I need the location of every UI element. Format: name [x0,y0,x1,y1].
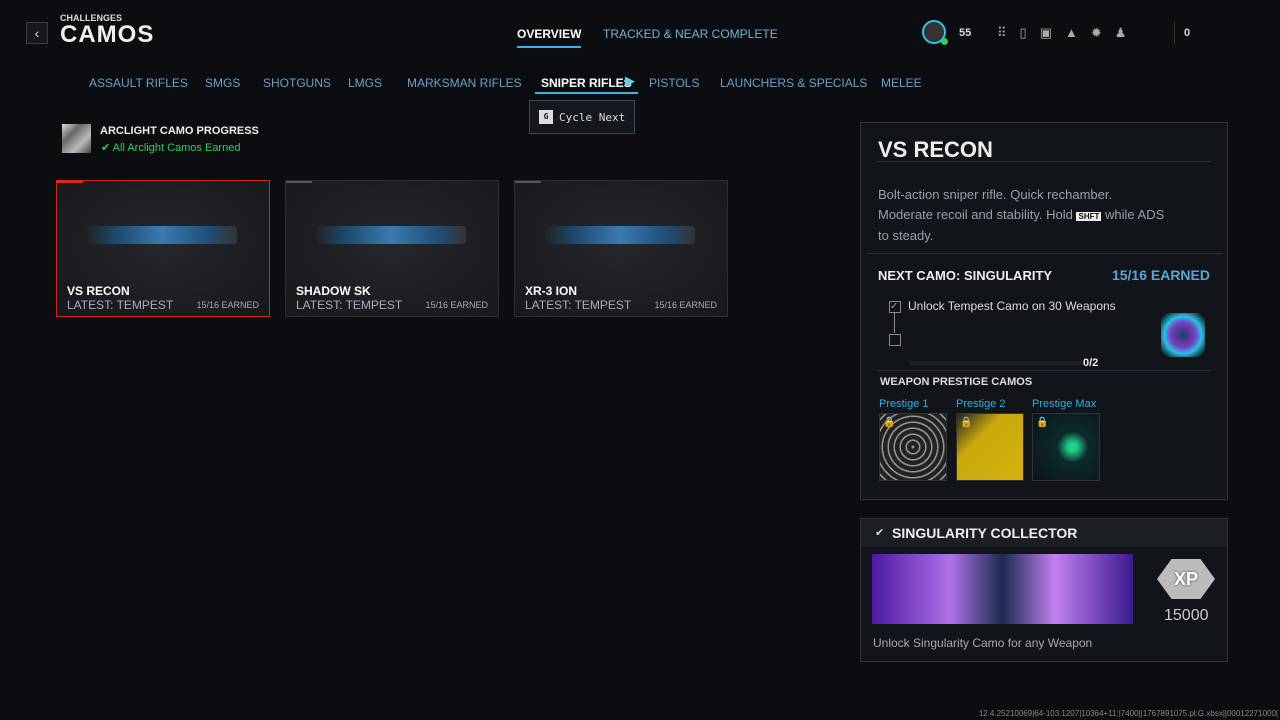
weapon-latest: LATEST: TEMPEST [296,298,403,312]
prestige-title: WEAPON PRESTIGE CAMOS [880,376,1033,388]
challenge-progress: 0/2 [1083,357,1099,369]
weapon-detail-panel: VS RECON Bolt-action sniper rifle. Quick… [860,122,1228,500]
reward-xp: 15000 [1164,607,1209,624]
singularity-camo-image [1161,313,1205,357]
prestige-2-label: Prestige 2 [956,398,1006,410]
weapon-name: SHADOW SK [296,284,371,298]
connector-line [894,313,895,333]
cursor-icon: ▶ [625,73,635,88]
weapon-card[interactable]: SHADOW SK LATEST: TEMPEST 15/16 EARNED [285,180,499,317]
category-assault-rifles[interactable]: ASSAULT RIFLES [89,76,188,90]
category-sniper-rifles[interactable]: SNIPER RIFLES [535,76,638,94]
party-icon[interactable]: ♟ [1115,25,1140,40]
divider [877,370,1211,371]
category-shotguns[interactable]: SHOTGUNS [263,76,331,90]
xp-icon: XP [1157,559,1215,599]
arclight-status: ✔ All Arclight Camos Earned [101,142,241,154]
challenge-text: Unlock Tempest Camo on 30 Weapons [908,299,1116,313]
detail-weapon-name: VS RECON [878,137,993,162]
weapon-latest: LATEST: TEMPEST [525,298,632,312]
weapon-earned: 15/16 EARNED [196,300,259,310]
checkbox-unchecked [889,334,901,346]
category-lmgs[interactable]: LMGS [348,76,382,90]
weapon-latest: LATEST: TEMPEST [67,298,174,312]
next-camo-label: NEXT CAMO: SINGULARITY [878,268,1053,283]
tab-tracked[interactable]: TRACKED & NEAR COMPLETE [603,27,778,41]
reward-panel: ✔ SINGULARITY COLLECTOR XP 15000 Unlock … [860,518,1228,662]
weapon-image [316,226,466,244]
gear-icon[interactable]: ✹ [1091,25,1115,40]
category-pistols[interactable]: PISTOLS [649,76,699,90]
top-icons: ⠿▯▣▲✹♟ [997,25,1139,41]
weapon-image [545,226,695,244]
player-level: 55 [959,27,972,39]
menu-grid-icon[interactable]: ⠿ [997,25,1020,40]
page-title: CAMOS [60,21,155,48]
divider [1174,22,1175,44]
reward-banner-image [872,554,1133,624]
weapon-card[interactable]: VS RECON LATEST: TEMPEST 15/16 EARNED [56,180,270,317]
category-marksman-rifles[interactable]: MARKSMAN RIFLES [407,76,522,90]
category-launchers[interactable]: LAUNCHERS & SPECIALS [720,76,867,90]
media-icon[interactable]: ▣ [1040,25,1065,40]
desc-line: Bolt-action sniper rifle. Quick rechambe… [878,187,1113,202]
key-g-icon: G [539,110,553,124]
category-smgs[interactable]: SMGS [205,76,240,90]
notification-bell-icon[interactable]: ▲ [1065,25,1091,40]
desc-line: Moderate recoil and stability. Hold SHFT… [878,205,1164,227]
detail-description: Bolt-action sniper rifle. Quick rechambe… [878,185,1164,246]
friends-count: 0 [1184,27,1191,39]
weapon-image [87,226,237,244]
arclight-status-text: All Arclight Camos Earned [112,142,241,154]
camo-earned-count: 15/16 EARNED [1111,267,1210,283]
tab-overview[interactable]: OVERVIEW [517,27,582,48]
online-status-icon [941,38,948,45]
cycle-label: Cycle Next [559,110,626,124]
challenge-progress-bar [909,361,1084,365]
prestige-1-camo[interactable]: 🔒 [879,413,947,481]
cycle-next-tooltip[interactable]: G Cycle Next [529,100,635,134]
lock-icon: 🔒 [883,417,896,428]
arclight-camo-icon [62,124,91,153]
desc-text: while ADS [1105,206,1165,222]
unlock-icon[interactable]: ▯ [1020,25,1040,40]
prestige-max-camo[interactable]: 🔒 [1032,413,1100,481]
check-icon: ✔ [875,527,885,539]
key-shift-icon: SHFT [1076,211,1102,221]
weapon-name: VS RECON [67,284,130,298]
prestige-1-label: Prestige 1 [879,398,929,410]
lock-icon: 🔒 [1036,417,1049,428]
reward-title: SINGULARITY COLLECTOR [892,525,1078,541]
reward-description: Unlock Singularity Camo for any Weapon [873,636,1093,650]
desc-text: Moderate recoil and stability. Hold [878,206,1073,222]
build-info: 12.4.25210069|64-103.1207|10364+11:|7400… [978,709,1278,718]
prestige-max-label: Prestige Max [1032,398,1097,410]
arclight-title: ARCLIGHT CAMO PROGRESS [100,125,259,137]
weapon-earned: 15/16 EARNED [425,300,488,310]
weapon-card[interactable]: XR-3 ION LATEST: TEMPEST 15/16 EARNED [514,180,728,317]
divider [867,253,1223,254]
prestige-2-camo[interactable]: 🔒 [956,413,1024,481]
category-melee[interactable]: MELEE [881,76,922,90]
lock-icon: 🔒 [960,417,973,428]
back-button[interactable]: ‹ [26,22,48,44]
weapon-name: XR-3 ION [525,284,578,298]
desc-line: to steady. [878,228,934,243]
checkbox-checked: ✓ [889,301,901,313]
weapon-earned: 15/16 EARNED [654,300,717,310]
divider [878,161,1211,162]
